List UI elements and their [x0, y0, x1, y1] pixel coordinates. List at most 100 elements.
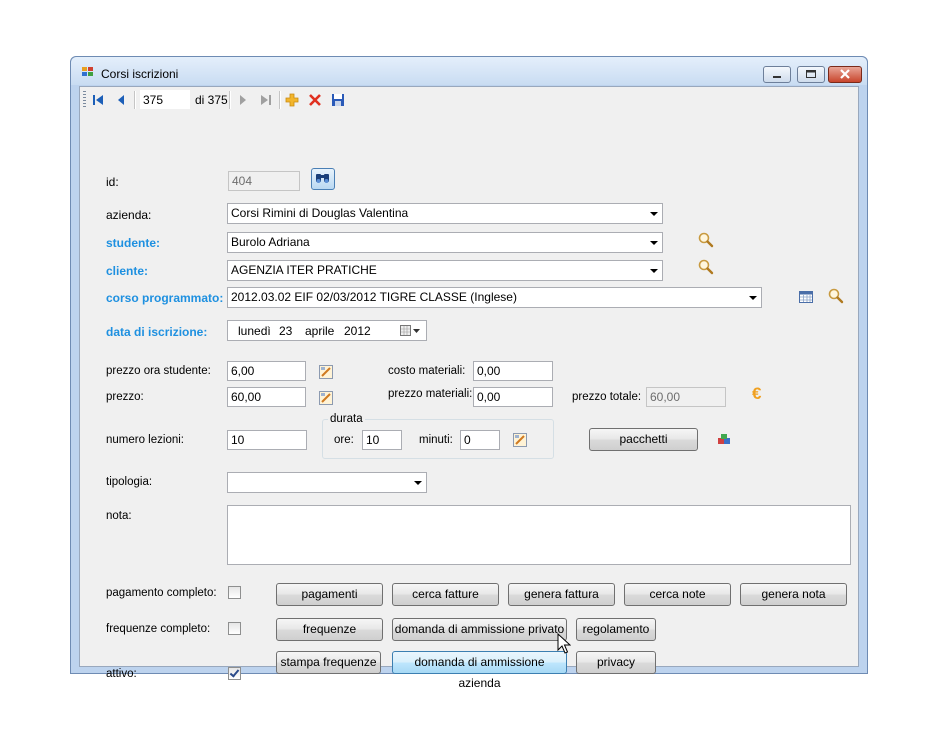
date-weekday: lunedì: [238, 324, 271, 338]
azienda-combobox[interactable]: Corsi Rimini di Douglas Valentina: [227, 203, 663, 224]
genera-nota-button[interactable]: genera nota: [740, 583, 847, 606]
ore-label: ore:: [334, 434, 354, 446]
save-icon[interactable]: [330, 92, 346, 108]
binding-navigator: di 375: [80, 87, 858, 113]
prezzo-materiali-field[interactable]: 0,00: [473, 387, 553, 407]
calculator-icon[interactable]: [318, 390, 334, 406]
prezzo-ora-field[interactable]: 6,00: [227, 361, 306, 381]
prezzo-field[interactable]: 60,00: [227, 387, 306, 407]
minuti-field[interactable]: 0: [460, 430, 500, 450]
pagamento-completo-checkbox[interactable]: [228, 586, 241, 599]
prezzo-totale-label: prezzo totale:: [572, 391, 642, 403]
frequenze-button[interactable]: frequenze: [276, 618, 383, 641]
azienda-label: azienda:: [106, 208, 152, 222]
cerca-fatture-button[interactable]: cerca fatture: [392, 583, 499, 606]
costo-materiali-label: costo materiali:: [388, 365, 466, 377]
record-count-label: di 375: [195, 93, 228, 107]
domanda-ammissione-azienda-button[interactable]: domanda di ammissione azienda: [392, 651, 567, 690]
numero-lezioni-field[interactable]: 10: [227, 430, 307, 450]
data-iscrizione-label: data di iscrizione:: [106, 325, 208, 339]
app-window: Corsi iscrizioni di 375: [70, 56, 868, 690]
position-input[interactable]: [140, 90, 190, 109]
tipologia-label: tipologia:: [106, 476, 153, 488]
calculator-icon[interactable]: [318, 364, 334, 380]
durata-label: durata: [328, 413, 365, 425]
calendar-icon[interactable]: [798, 289, 814, 305]
prezzo-totale-field[interactable]: 60,00: [646, 387, 726, 407]
frequenze-completo-checkbox[interactable]: [228, 622, 241, 635]
attivo-label: attivo:: [106, 668, 137, 680]
title-bar[interactable]: Corsi iscrizioni: [71, 57, 867, 85]
domanda-ammissione-privato-button[interactable]: domanda di ammissione privato: [392, 618, 567, 641]
chevron-down-icon: [650, 269, 658, 273]
cliente-combobox[interactable]: AGENZIA ITER PRATICHE: [227, 260, 663, 281]
frequenze-completo-label: frequenze completo:: [106, 623, 211, 635]
toolbar-separator: [229, 91, 231, 109]
studente-value: Burolo Adriana: [231, 235, 310, 249]
chevron-down-icon: [749, 296, 757, 300]
studente-label[interactable]: studente:: [106, 236, 160, 250]
toolbar-separator: [134, 91, 136, 109]
search-studente-icon[interactable]: [697, 231, 715, 249]
prezzo-label: prezzo:: [106, 391, 144, 403]
toolbar-separator: [279, 91, 281, 109]
genera-fattura-button[interactable]: genera fattura: [508, 583, 615, 606]
minimize-button[interactable]: [763, 66, 791, 83]
binoculars-icon: [316, 174, 329, 183]
euro-icon[interactable]: €: [752, 384, 761, 404]
chevron-down-icon: [414, 481, 422, 485]
corso-programmato-combobox[interactable]: 2012.03.02 EIF 02/03/2012 TIGRE CLASSE (…: [227, 287, 762, 308]
prezzo-ora-label: prezzo ora studente:: [106, 365, 211, 377]
packages-icon[interactable]: [716, 432, 732, 448]
pacchetti-button[interactable]: pacchetti: [589, 428, 698, 451]
regolamento-button[interactable]: regolamento: [576, 618, 656, 641]
pagamento-completo-label: pagamento completo:: [106, 587, 217, 599]
ore-field[interactable]: 10: [362, 430, 402, 450]
stampa-frequenze-button[interactable]: stampa frequenze: [276, 651, 381, 674]
cerca-note-button[interactable]: cerca note: [624, 583, 731, 606]
nota-label: nota:: [106, 510, 132, 522]
search-cliente-icon[interactable]: [697, 258, 715, 276]
corso-programmato-value: 2012.03.02 EIF 02/03/2012 TIGRE CLASSE (…: [231, 290, 517, 304]
nota-textarea[interactable]: [227, 505, 851, 565]
toolbar-grip[interactable]: [83, 91, 86, 109]
window-title: Corsi iscrizioni: [101, 67, 179, 81]
chevron-down-icon: [650, 212, 658, 216]
add-new-icon[interactable]: [284, 92, 300, 108]
delete-icon[interactable]: [307, 92, 323, 108]
maximize-icon: [806, 70, 816, 78]
move-next-icon[interactable]: [235, 92, 251, 108]
move-first-icon[interactable]: [90, 92, 106, 108]
corso-programmato-label[interactable]: corso programmato:: [106, 291, 223, 305]
minimize-icon: [773, 76, 781, 78]
move-last-icon[interactable]: [258, 92, 274, 108]
minuti-label: minuti:: [419, 434, 453, 446]
calendar-dropdown-icon[interactable]: [400, 325, 422, 337]
search-corso-icon[interactable]: [827, 287, 845, 305]
cliente-value: AGENZIA ITER PRATICHE: [231, 263, 377, 277]
chevron-down-icon: [650, 241, 658, 245]
pagamenti-button[interactable]: pagamenti: [276, 583, 383, 606]
maximize-button[interactable]: [797, 66, 825, 83]
search-id-button[interactable]: [311, 168, 335, 190]
privacy-button[interactable]: privacy: [576, 651, 656, 674]
form-client-area: di 375 id: 404 azienda: Corsi R: [79, 86, 859, 690]
date-day: 23: [279, 324, 293, 338]
close-button[interactable]: [828, 66, 862, 83]
tipologia-combobox[interactable]: [227, 472, 427, 493]
date-year: 2012: [344, 324, 371, 338]
calculator-icon[interactable]: [512, 432, 528, 448]
data-iscrizione-datepicker[interactable]: lunedì 23 aprile 2012: [227, 320, 427, 341]
date-month: aprile: [305, 324, 335, 338]
attivo-checkbox[interactable]: [228, 667, 241, 680]
azienda-value: Corsi Rimini di Douglas Valentina: [231, 206, 409, 220]
numero-lezioni-label: numero lezioni:: [106, 434, 184, 446]
cliente-label[interactable]: cliente:: [106, 264, 148, 278]
id-label: id:: [106, 175, 119, 189]
app-icon: [82, 67, 94, 77]
prezzo-materiali-label: prezzo materiali:: [388, 388, 473, 400]
costo-materiali-field[interactable]: 0,00: [473, 361, 553, 381]
studente-combobox[interactable]: Burolo Adriana: [227, 232, 663, 253]
move-previous-icon[interactable]: [113, 92, 129, 108]
id-field[interactable]: 404: [228, 171, 300, 191]
